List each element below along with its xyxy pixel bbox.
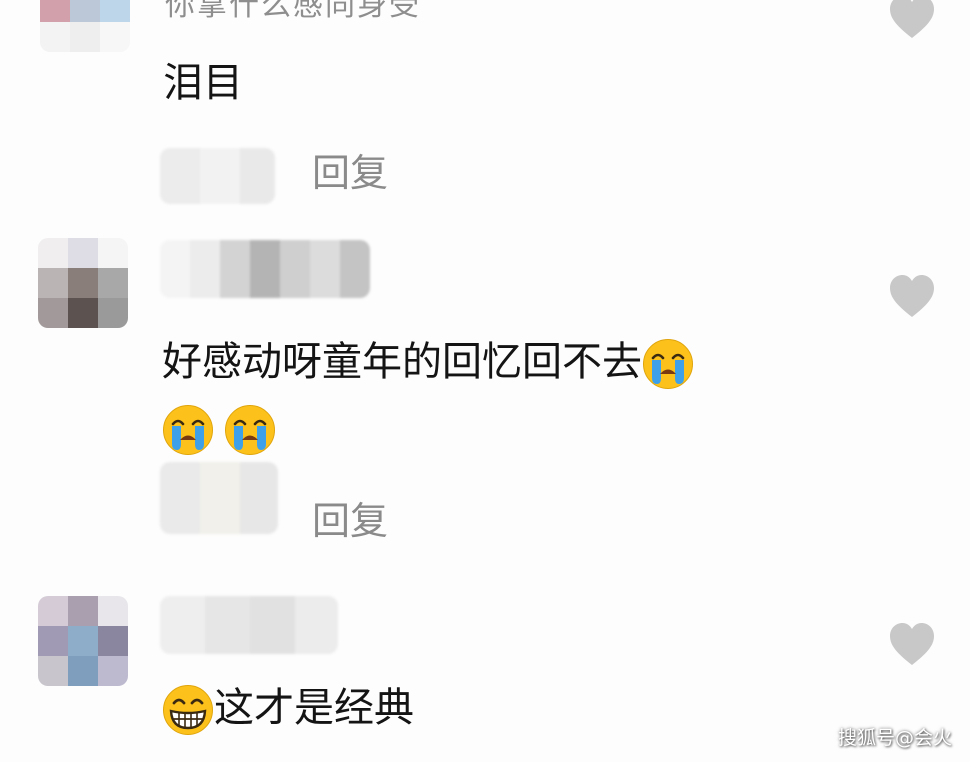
comment-text: 泪目 [163,60,243,106]
comment-date [160,148,275,204]
heart-icon[interactable] [888,275,936,319]
username[interactable] [160,596,338,654]
comment-text-cut: 你拿什么感同身受 [165,0,421,23]
emoji-row [162,402,276,456]
loudly-crying-face-emoji [224,404,276,456]
avatar[interactable] [38,238,128,328]
comment-date [160,462,278,534]
comment-text-label: 好感动呀童年的回忆回不去 [162,339,642,385]
reply-button[interactable]: 回复 [312,490,388,545]
heart-icon[interactable] [888,623,936,667]
reply-button[interactable]: 回复 [312,142,388,197]
avatar[interactable] [40,0,130,52]
heart-icon[interactable] [888,0,936,40]
avatar[interactable] [38,596,128,686]
grinning-face-emoji [162,684,214,736]
loudly-crying-face-emoji [162,404,214,456]
watermark: 搜狐号@会火 [837,727,952,749]
comment-text-label: 这才是经典 [214,685,414,731]
loudly-crying-face-emoji [642,338,694,390]
comment-text: 好感动呀童年的回忆回不去 [162,336,694,390]
comment-text: 这才是经典 [162,682,414,736]
username[interactable] [160,240,370,298]
